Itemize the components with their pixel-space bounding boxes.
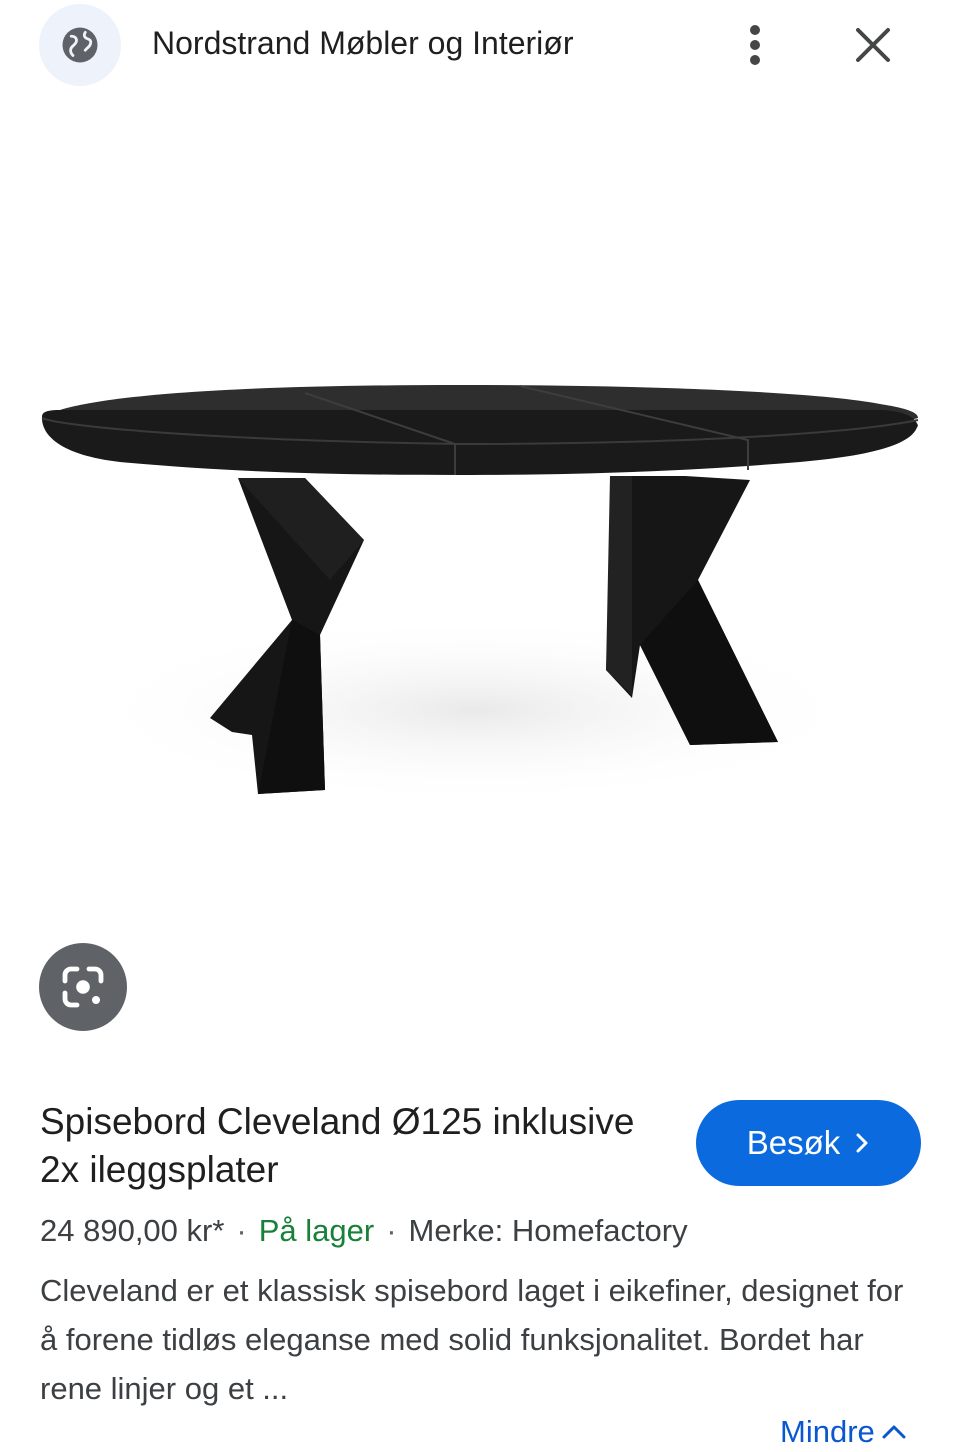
product-meta: 24 890,00 kr* · På lager · Merke: Homefactor… — [40, 1211, 688, 1251]
brand: Merke: Homefactory — [408, 1213, 688, 1248]
separator: · — [236, 1213, 247, 1248]
close-button[interactable] — [846, 20, 900, 70]
site-name: Nordstrand Møbler og Interiør — [152, 25, 574, 61]
globe-icon — [62, 27, 98, 63]
visit-button-label: Besøk — [746, 1124, 841, 1161]
chevron-right-icon — [856, 1133, 868, 1153]
google-lens-icon — [62, 966, 104, 1008]
stock-status: På lager — [258, 1213, 375, 1248]
more-options-button[interactable] — [730, 20, 780, 70]
separator: · — [386, 1213, 397, 1248]
more-vertical-icon — [750, 25, 760, 65]
product-description: Cleveland er et klassisk spisebord laget… — [40, 1273, 904, 1406]
close-icon — [856, 28, 890, 62]
site-favicon — [39, 4, 121, 86]
show-less-label: Mindre — [780, 1414, 875, 1449]
chevron-up-icon — [882, 1425, 906, 1439]
product-title[interactable]: Spisebord Cleveland Ø125 inklusive 2x il… — [40, 1098, 660, 1194]
show-less-link[interactable]: Mindre — [780, 1412, 909, 1452]
product-image[interactable] — [0, 110, 960, 930]
price: 24 890,00 kr* — [40, 1213, 225, 1248]
top-bar: Nordstrand Møbler og Interiør — [0, 0, 960, 90]
visit-button[interactable]: Besøk — [696, 1100, 921, 1186]
dining-table-illustration — [41, 385, 919, 805]
google-lens-button[interactable] — [39, 943, 127, 1031]
